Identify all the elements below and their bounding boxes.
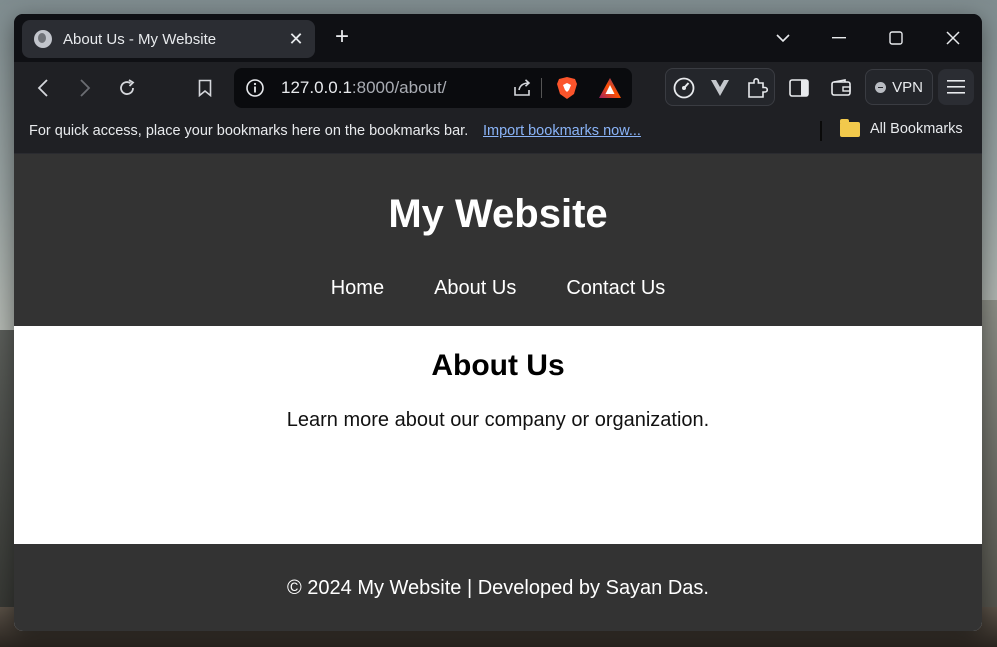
url-divider <box>541 78 542 98</box>
sidebar-toggle-icon[interactable] <box>784 73 814 103</box>
all-bookmarks-button[interactable]: All Bookmarks <box>840 118 963 137</box>
extensions-group <box>665 68 775 106</box>
site-title: My Website <box>388 192 608 236</box>
page-heading: About Us <box>431 349 565 382</box>
web-page: My Website Home About Us Contact Us Abou… <box>14 154 982 631</box>
brave-shields-icon[interactable] <box>556 76 578 105</box>
extensions-puzzle-icon[interactable] <box>746 77 769 104</box>
browser-toolbar: 127.0.0.1:8000/about/ VPN <box>14 62 982 112</box>
tab-search-chevron-icon[interactable] <box>763 24 803 52</box>
reload-icon[interactable] <box>112 73 142 103</box>
footer-text: © 2024 My Website | Developed by Sayan D… <box>286 577 709 599</box>
folder-icon <box>840 118 860 137</box>
minimize-icon[interactable] <box>819 24 859 52</box>
main-menu-icon[interactable] <box>938 69 974 105</box>
wallet-icon[interactable] <box>826 73 856 103</box>
site-header: My Website Home About Us Contact Us <box>14 154 982 326</box>
url-path: :8000/about/ <box>351 78 447 97</box>
bookmarks-bar-message: For quick access, place your bookmarks h… <box>29 123 469 139</box>
vpn-button[interactable]: VPN <box>865 69 933 105</box>
new-tab-button[interactable]: + <box>328 23 356 51</box>
address-bar[interactable]: 127.0.0.1:8000/about/ <box>234 68 632 108</box>
bookmark-icon[interactable] <box>190 73 220 103</box>
page-description: Learn more about our company or organiza… <box>286 409 710 431</box>
import-bookmarks-link[interactable]: Import bookmarks now... <box>483 123 641 139</box>
maximize-icon[interactable] <box>876 24 916 52</box>
site-nav: Home About Us Contact Us <box>14 277 982 300</box>
share-icon[interactable] <box>512 78 532 103</box>
close-tab-icon[interactable]: ✕ <box>287 29 305 50</box>
nav-link-about-us[interactable]: About Us <box>434 277 516 300</box>
site-info-icon[interactable] <box>245 78 265 103</box>
bookmarks-divider <box>820 121 822 141</box>
nav-link-contact-us[interactable]: Contact Us <box>566 277 665 300</box>
vpn-label: VPN <box>892 78 923 96</box>
forward-icon[interactable] <box>70 73 100 103</box>
globe-icon <box>34 30 52 48</box>
site-footer: © 2024 My Website | Developed by Sayan D… <box>14 544 982 631</box>
nav-link-home[interactable]: Home <box>331 277 384 300</box>
bookmarks-bar: For quick access, place your bookmarks h… <box>14 112 982 154</box>
url-host: 127.0.0.1 <box>281 78 352 97</box>
vue-devtools-icon[interactable] <box>710 79 730 102</box>
speed-gauge-icon[interactable] <box>673 77 695 104</box>
tab-about-us[interactable]: About Us - My Website ✕ <box>22 20 315 58</box>
vpn-status-icon <box>875 81 887 93</box>
tab-title: About Us - My Website <box>63 30 217 48</box>
brave-rewards-icon[interactable] <box>598 77 622 104</box>
close-window-icon[interactable] <box>933 24 973 52</box>
all-bookmarks-label: All Bookmarks <box>870 121 963 137</box>
url-text: 127.0.0.1:8000/about/ <box>281 78 446 98</box>
tab-strip: About Us - My Website ✕ + <box>14 14 982 62</box>
browser-window: About Us - My Website ✕ + 127.0.0.1:8000… <box>14 14 982 631</box>
back-icon[interactable] <box>28 73 58 103</box>
